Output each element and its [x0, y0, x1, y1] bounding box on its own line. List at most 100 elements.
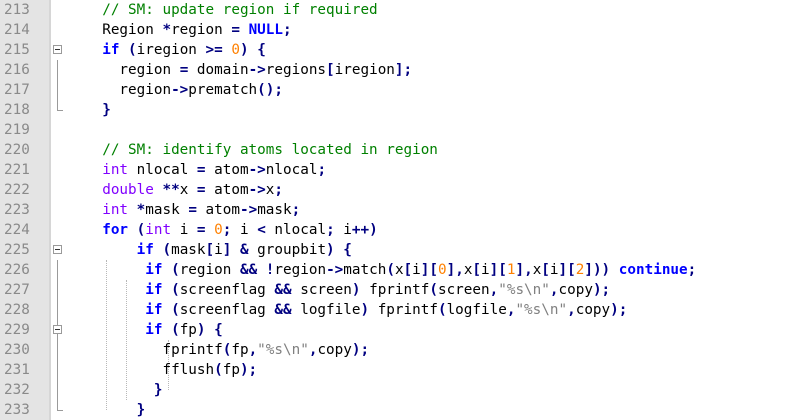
code-token: &&: [239, 262, 258, 278]
line-number: 223: [4, 202, 30, 218]
code-line[interactable]: 230 fprintf(fp,"%s\n",copy);: [0, 340, 786, 360]
line-number: 218: [4, 102, 30, 118]
code-token: region: [171, 22, 232, 38]
line-number: 221: [4, 162, 30, 178]
code-token: }: [153, 382, 163, 398]
code-text: if (mask[i] & groupbit) {: [85, 240, 352, 260]
code-line[interactable]: 217 region->prematch();: [0, 80, 786, 100]
line-number: 220: [4, 142, 30, 158]
code-token: ++): [351, 222, 378, 238]
code-line[interactable]: 221 int nlocal = atom->nlocal;: [0, 160, 786, 180]
code-token: ;: [291, 202, 301, 218]
code-line[interactable]: 227 if (screenflag && screen) fprintf(sc…: [0, 280, 786, 300]
code-token: ->: [248, 162, 266, 178]
code-line[interactable]: 233 }: [0, 400, 786, 420]
code-line[interactable]: 229 if (fp) {: [0, 320, 786, 340]
code-token: iregion: [136, 42, 206, 58]
code-token: screen: [291, 282, 352, 298]
code-token: groupbit: [248, 242, 327, 258]
code-token: ;: [326, 222, 335, 238]
code-line[interactable]: 226 if (region && !region->match(x[i][0]…: [0, 260, 786, 280]
code-line[interactable]: 222 double **x = atom->x;: [0, 180, 786, 200]
line-number: 214: [4, 22, 30, 38]
code-line[interactable]: 225 if (mask[i] & groupbit) {: [0, 240, 786, 260]
fold-toggle-icon[interactable]: [53, 45, 62, 54]
code-line[interactable]: 215 if (iregion >= 0) {: [0, 40, 786, 60]
code-token: 0: [214, 222, 223, 238]
code-line[interactable]: 220 // SM: identify atoms located in reg…: [0, 140, 786, 160]
code-token: ,: [567, 302, 576, 318]
code-token: continue: [618, 262, 688, 278]
code-token: (: [437, 302, 447, 318]
code-line[interactable]: 224 for (int i = 0; i < nlocal; i++): [0, 220, 786, 240]
code-token: i: [412, 262, 421, 278]
code-token: (: [214, 362, 223, 378]
code-token: atom: [196, 202, 240, 218]
code-token: x: [179, 182, 197, 198]
code-token: &&: [274, 302, 292, 318]
code-line[interactable]: 219: [0, 120, 786, 140]
code-line[interactable]: 231 fflush(fp);: [0, 360, 786, 380]
fold-toggle-icon[interactable]: [53, 245, 62, 254]
code-line[interactable]: 218 }: [0, 100, 786, 120]
code-token: "%s\n": [498, 282, 550, 298]
code-token: for: [102, 222, 129, 238]
code-token: (: [171, 262, 180, 278]
line-number: 226: [4, 262, 30, 278]
code-token: copy: [317, 342, 352, 358]
code-editor[interactable]: 213 // SM: update region if required 214 …: [0, 0, 786, 420]
code-line[interactable]: 213 // SM: update region if required: [0, 0, 786, 20]
code-token: int: [102, 162, 129, 178]
code-token: "%s\n": [515, 302, 568, 318]
code-token: [: [403, 262, 413, 278]
code-line[interactable]: 228 if (screenflag && logfile) fprintf(l…: [0, 300, 786, 320]
code-line[interactable]: 223 int *mask = atom->mask;: [0, 200, 786, 220]
code-token: region: [85, 82, 172, 98]
code-token: // SM: identify atoms located in region: [102, 142, 438, 158]
code-token: (: [171, 282, 180, 298]
code-token: ->: [248, 62, 266, 78]
code-token: double: [102, 182, 154, 198]
code-token: (: [171, 302, 180, 318]
code-token: ->: [239, 202, 258, 218]
code-token: 0: [231, 42, 240, 58]
fold-toggle-icon[interactable]: [53, 325, 62, 334]
code-text: }: [85, 400, 146, 420]
code-token: {: [343, 242, 352, 258]
code-token: {: [214, 322, 223, 338]
line-number: 217: [4, 82, 30, 98]
code-token: screen: [437, 282, 490, 298]
code-token: screenflag: [179, 302, 275, 318]
code-token: *: [162, 22, 172, 38]
code-token: i: [231, 222, 258, 238]
code-line[interactable]: 216 region = domain->regions[iregion];: [0, 60, 786, 80]
code-token: i: [171, 222, 197, 238]
line-number: 222: [4, 182, 30, 198]
code-token: atom: [205, 182, 249, 198]
code-token: [: [472, 262, 482, 278]
code-text: // SM: update region if required: [85, 0, 377, 20]
code-line[interactable]: 214 Region *region = NULL;: [0, 20, 786, 40]
code-token: >=: [205, 42, 223, 58]
code-text: if (fp) {: [85, 320, 223, 340]
code-lines[interactable]: 213 // SM: update region if required 214 …: [0, 0, 786, 420]
code-token: **: [162, 182, 180, 198]
code-token: fp: [222, 362, 240, 378]
code-line[interactable]: 232 }: [0, 380, 786, 400]
code-token: if: [145, 282, 163, 298]
line-number: 233: [4, 402, 30, 418]
code-token: fprintf: [85, 342, 223, 358]
code-token: logfile: [446, 302, 507, 318]
code-token: int: [145, 222, 172, 238]
code-token: );: [239, 362, 258, 378]
